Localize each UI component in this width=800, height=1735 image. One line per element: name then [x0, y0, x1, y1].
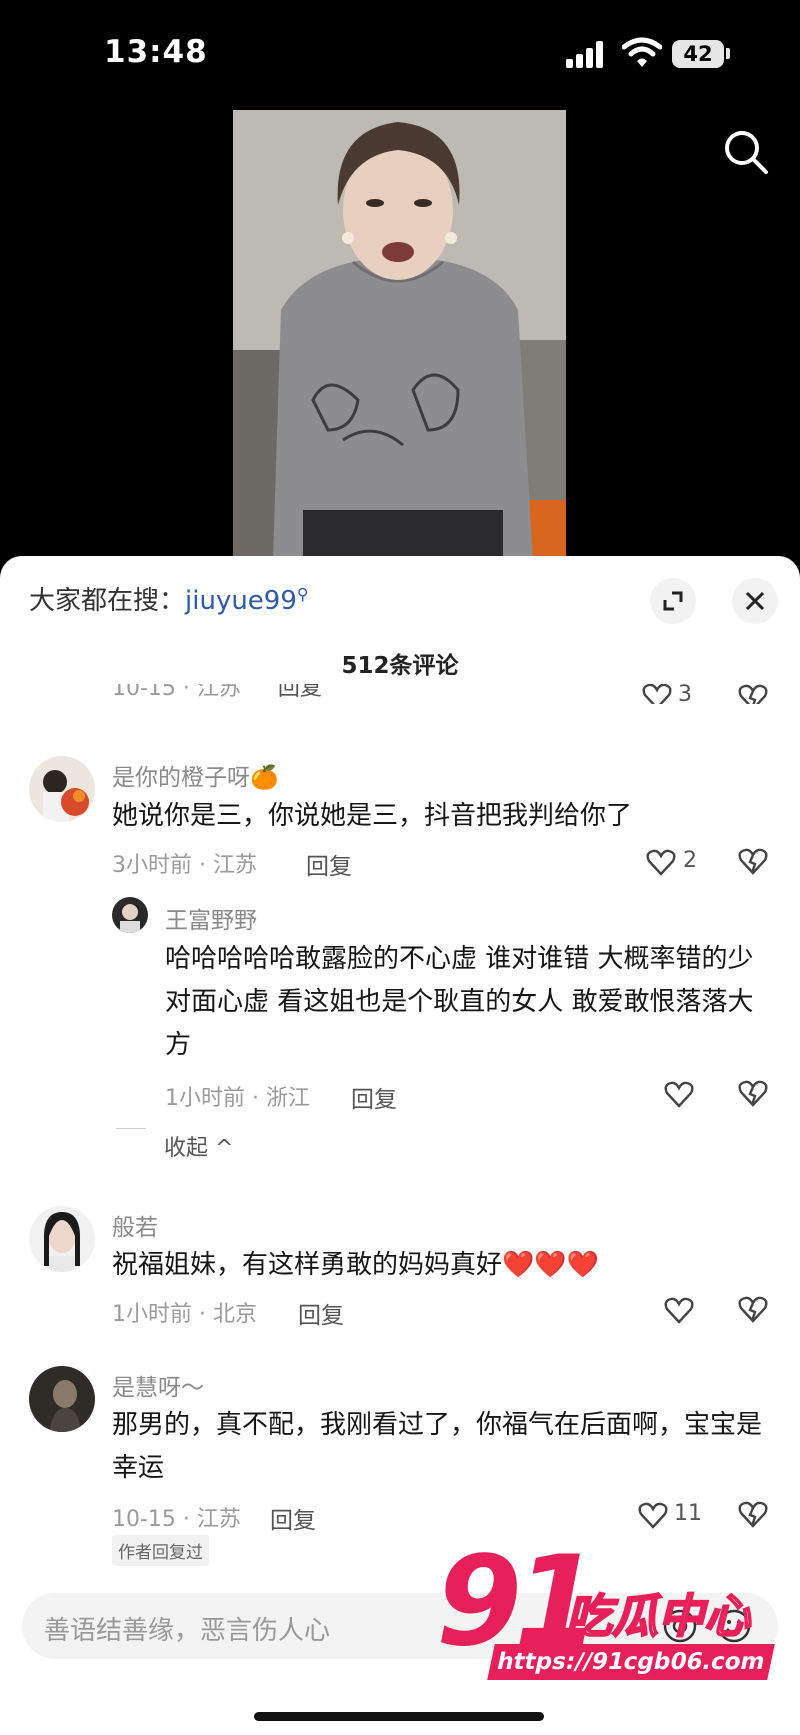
battery-level: 42 [672, 40, 724, 68]
comment-count: 512条评论 [341, 653, 459, 679]
battery-tip [726, 48, 730, 59]
comment-text: 那男的，真不配，我刚看过了，你福气在后面啊，宝宝是幸运 [112, 1410, 763, 1483]
dislike-icon[interactable] [737, 1078, 769, 1108]
reply-button[interactable]: 回复 [270, 1501, 316, 1535]
home-indicator[interactable] [254, 1712, 544, 1721]
expand-button[interactable] [650, 578, 696, 624]
comment-meta: 10-15 · 江苏 [112, 1507, 241, 1532]
dislike-icon[interactable] [737, 846, 769, 876]
collapse-divider [116, 1128, 146, 1129]
hot-search-keyword[interactable]: jiuyue99 [185, 586, 297, 616]
comment-meta: 1小时前 · 北京 [112, 1302, 257, 1327]
comment-username[interactable]: 王富野野 [165, 901, 257, 935]
reply-button[interactable]: 回复 [298, 1296, 344, 1330]
comment-meta: 1小时前 · 浙江 [165, 1086, 310, 1111]
comment-username[interactable]: 般若 [112, 1208, 158, 1242]
like-count: 11 [674, 1501, 702, 1526]
cut-meta: 10-15 · 江苏 [112, 684, 241, 701]
heart-icon[interactable] [646, 848, 676, 876]
avatar[interactable] [29, 756, 95, 822]
collapse-replies-button[interactable]: 收起 ^ [164, 1130, 233, 1162]
avatar[interactable] [29, 1206, 95, 1272]
status-bar: 13:48 42 [0, 0, 800, 100]
like-count: 2 [683, 848, 697, 873]
cut-comment-meta: 10-15 · 江苏 回复 3 [112, 684, 772, 704]
avatar[interactable] [112, 897, 148, 933]
expand-icon [663, 591, 683, 611]
reply-button[interactable]: 回复 [351, 1080, 397, 1114]
comment-username[interactable]: 是慧呀～ [112, 1368, 204, 1402]
cut-reply[interactable]: 回复 [278, 684, 322, 701]
status-time: 13:48 [104, 34, 208, 70]
dislike-icon[interactable] [737, 684, 769, 704]
video-frame [233, 110, 566, 560]
signal-icon [566, 40, 606, 68]
close-icon [745, 591, 765, 611]
cut-like-count: 3 [678, 684, 692, 704]
comment-text: 她说你是三，你说她是三，抖音把我判给你了 [112, 801, 633, 831]
comment-text: 祝福姐妹，有这样勇敢的妈妈真好❤️❤️❤️ [112, 1250, 600, 1280]
heart-icon[interactable] [664, 1296, 694, 1324]
comment-text: 哈哈哈哈哈敢露脸的不心虚 谁对谁错 大概率错的少 对面心虚 看这姐也是个耿直的女… [165, 944, 754, 1060]
hot-search[interactable]: 大家都在搜：jiuyue99⚲ [29, 580, 309, 617]
search-icon[interactable] [722, 128, 770, 176]
comment-meta: 3小时前 · 江苏 [112, 853, 257, 878]
dislike-icon[interactable] [737, 1294, 769, 1324]
close-button[interactable] [732, 578, 778, 624]
comment-username[interactable]: 是你的橙子呀🍊 [112, 758, 279, 792]
heart-icon[interactable] [664, 1080, 694, 1108]
watermark-name: 吃瓜中心 [565, 1588, 751, 1644]
search-mini-icon: ⚲ [296, 584, 309, 604]
hot-search-prefix: 大家都在搜： [29, 586, 186, 616]
video-player[interactable] [233, 110, 566, 560]
wifi-icon [622, 37, 662, 67]
author-replied-badge: 作者回复过 [112, 1535, 209, 1566]
avatar[interactable] [29, 1366, 95, 1432]
dislike-icon[interactable] [737, 1499, 769, 1529]
reply-button[interactable]: 回复 [306, 847, 352, 881]
comment-input-placeholder: 善语结善缘，恶言伤人心 [44, 1616, 331, 1646]
watermark-url: https://91cgb06.com [487, 1644, 775, 1680]
heart-icon[interactable] [638, 1501, 668, 1529]
heart-icon[interactable] [642, 684, 672, 704]
